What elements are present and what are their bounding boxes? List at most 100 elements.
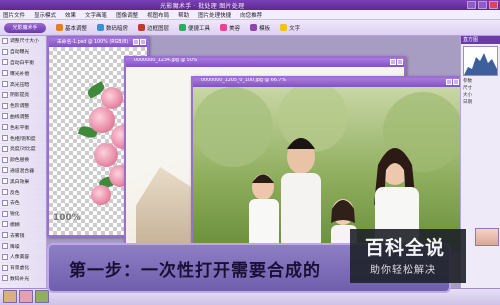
sidebar-item[interactable]: 自动白平衡 bbox=[0, 58, 46, 69]
tool-icon bbox=[2, 221, 8, 228]
menu-item-9[interactable]: 向您推荐 bbox=[240, 11, 262, 19]
template-icon bbox=[250, 24, 258, 31]
document-title-bar[interactable]: 未命名-1.psd @ 100% (RGB/8) bbox=[49, 38, 147, 47]
minimize-button[interactable] bbox=[390, 59, 396, 65]
sidebar-item[interactable]: 色彩平衡 bbox=[0, 122, 46, 134]
histogram bbox=[463, 46, 498, 76]
sidebar-item[interactable]: 去雾镜 bbox=[0, 230, 46, 242]
histogram-graph bbox=[464, 53, 497, 75]
menu-item-3[interactable]: 效果 bbox=[65, 11, 76, 19]
title-bar: 光影魔术手 · 批处理 图片处理 bbox=[0, 0, 500, 10]
text-icon bbox=[280, 24, 288, 31]
menu-item-7[interactable]: 帮助 bbox=[178, 11, 189, 19]
menu-item-1[interactable]: 图片文件 bbox=[3, 11, 25, 19]
toolbar-item-3[interactable]: 边框图层 bbox=[138, 24, 169, 32]
film-thumb-1[interactable] bbox=[3, 290, 17, 303]
sidebar-item[interactable]: 调整尺寸大小 bbox=[0, 36, 46, 47]
sidebar-item[interactable]: 色阶调整 bbox=[0, 101, 46, 112]
sidebar-item-label: 自动曝光 bbox=[10, 50, 30, 56]
tool-icon bbox=[2, 37, 8, 44]
film-thumb-2[interactable] bbox=[19, 290, 33, 303]
document-title-bar[interactable]: 0000000_1205_0_100.jpg @ 66.7% bbox=[193, 78, 460, 87]
document-window-family[interactable]: 0000000_1205_0_100.jpg @ 66.7% bbox=[191, 76, 462, 251]
sidebar-item[interactable]: 色相/饱和度 bbox=[0, 133, 46, 144]
document-controls bbox=[446, 79, 459, 85]
tool-icon bbox=[2, 232, 8, 239]
sidebar-item-label: 黑白效果 bbox=[10, 179, 30, 185]
sidebar-item[interactable]: 阴影提亮 bbox=[0, 90, 46, 101]
sidebar-item-label: 颜色替换 bbox=[10, 158, 30, 164]
menu-item-4[interactable]: 文字画笔 bbox=[85, 11, 107, 19]
instruction-text: 第一步：一次性打开需要合成的 bbox=[69, 260, 321, 281]
minimize-button[interactable] bbox=[467, 1, 476, 9]
family-photo bbox=[193, 87, 460, 249]
sidebar-item[interactable]: 锐化 bbox=[0, 209, 46, 220]
sidebar-item[interactable]: 曝光补偿 bbox=[0, 68, 46, 80]
sidebar-item[interactable]: 颜色替换 bbox=[0, 155, 46, 166]
sidebar-item-label: 曝光补偿 bbox=[10, 71, 30, 77]
menu-item-2[interactable]: 显示模式 bbox=[34, 11, 56, 19]
frame-icon bbox=[138, 24, 146, 31]
tool-icon bbox=[2, 275, 8, 282]
rose-flower bbox=[91, 185, 111, 205]
sidebar-item[interactable]: 黑白效果 bbox=[0, 176, 46, 188]
toolbar: 光影魔术手 基本调整 数码暗房 边框图层 便捷工具 美容 模板 文字 bbox=[0, 20, 500, 36]
minimize-button[interactable] bbox=[446, 79, 452, 85]
sidebar-item-label: 模糊 bbox=[10, 222, 20, 228]
tool-icon bbox=[2, 48, 8, 55]
toolbar-item-5[interactable]: 美容 bbox=[220, 24, 240, 32]
sidebar-item[interactable]: 人像美容 bbox=[0, 252, 46, 263]
rose-flower bbox=[101, 87, 123, 109]
menu-item-6[interactable]: 视图布局 bbox=[147, 11, 169, 19]
close-button[interactable] bbox=[489, 1, 498, 9]
sidebar-item-label: 背景虚化 bbox=[10, 266, 30, 272]
sidebar-item[interactable]: 曲线调整 bbox=[0, 112, 46, 123]
sidebar-item-label: 反色 bbox=[10, 190, 20, 196]
document-controls bbox=[390, 59, 403, 65]
close-button[interactable] bbox=[397, 59, 403, 65]
menu-item-5[interactable]: 图像调整 bbox=[116, 11, 138, 19]
document-title-bar[interactable]: 0000000_1234.jpg @ 50% bbox=[126, 58, 404, 67]
minimize-button[interactable] bbox=[133, 39, 139, 45]
tool-icon bbox=[2, 210, 8, 217]
tool-icon bbox=[2, 113, 8, 120]
close-button[interactable] bbox=[453, 79, 459, 85]
sidebar-item[interactable]: 亮度/对比度 bbox=[0, 144, 46, 155]
sidebar-item[interactable]: 数码补光 bbox=[0, 274, 46, 285]
menu-bar: 图片文件 显示模式 效果 文字画笔 图像调整 视图布局 帮助 图片处理快捷 向您… bbox=[0, 10, 500, 20]
toolbar-item-6[interactable]: 模板 bbox=[250, 24, 270, 32]
toolbar-item-1[interactable]: 基本调整 bbox=[56, 24, 87, 32]
sidebar-item-label: 人像美容 bbox=[10, 255, 30, 261]
sidebar-item[interactable]: 通道混合器 bbox=[0, 166, 46, 177]
sidebar-item[interactable]: 反色 bbox=[0, 187, 46, 198]
tool-icon bbox=[2, 264, 8, 271]
sidebar-item[interactable]: 背景虚化 bbox=[0, 263, 46, 274]
sidebar-item[interactable]: 模糊 bbox=[0, 220, 46, 231]
tool-icon bbox=[2, 102, 8, 109]
info-row: 参数 bbox=[463, 79, 472, 84]
close-button[interactable] bbox=[140, 39, 146, 45]
maximize-button[interactable] bbox=[478, 1, 487, 9]
toolbar-item-4[interactable]: 便捷工具 bbox=[179, 24, 210, 32]
document-title: 0000000_1234.jpg @ 50% bbox=[134, 58, 198, 63]
navigator-thumbnail[interactable] bbox=[475, 228, 499, 246]
beauty-icon bbox=[220, 24, 228, 31]
sidebar-item-label: 调整尺寸大小 bbox=[10, 39, 39, 45]
sidebar-item-label: 去色 bbox=[10, 201, 20, 207]
sidebar-item[interactable]: 自动曝光 bbox=[0, 47, 46, 58]
tool-icon bbox=[2, 81, 8, 88]
darkroom-icon bbox=[97, 24, 105, 31]
sidebar-item[interactable]: 去色 bbox=[0, 198, 46, 209]
sidebar-item[interactable]: 降噪 bbox=[0, 241, 46, 252]
photo-detail bbox=[136, 167, 196, 244]
info-row: 日期 bbox=[463, 100, 472, 105]
toolbar-label: 边框图层 bbox=[147, 25, 170, 32]
toolbar-item-7[interactable]: 文字 bbox=[280, 24, 300, 32]
menu-item-8[interactable]: 图片处理快捷 bbox=[198, 11, 231, 19]
toolbar-item-2[interactable]: 数码暗房 bbox=[97, 24, 128, 32]
sidebar-item-label: 锐化 bbox=[10, 212, 20, 218]
sidebar-item[interactable]: 高光压暗 bbox=[0, 79, 46, 90]
film-thumb-3[interactable] bbox=[35, 290, 49, 303]
histogram-header: 直方图 bbox=[461, 36, 500, 44]
tool-icon bbox=[2, 156, 8, 163]
